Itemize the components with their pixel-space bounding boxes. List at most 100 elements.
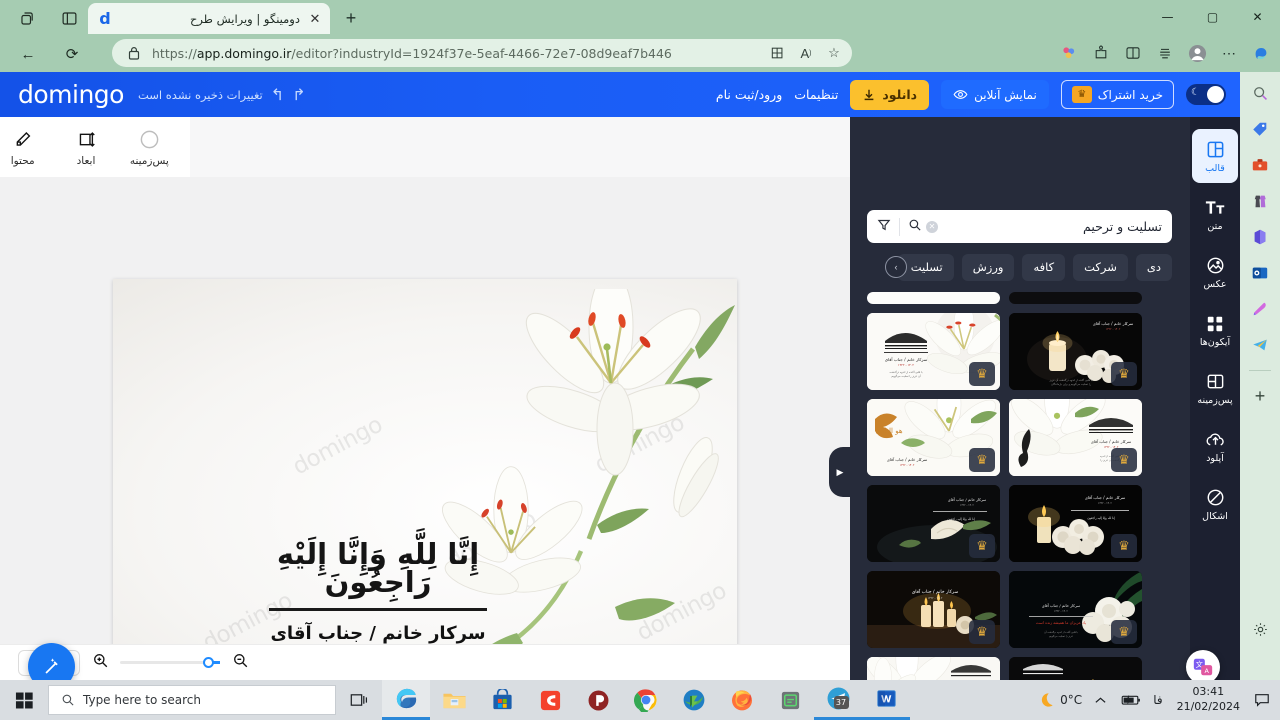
address-bar[interactable]: https://app.domingo.ir/editor?industryId… [112, 39, 852, 67]
tools-briefcase-icon[interactable] [1247, 152, 1273, 178]
split-screen-icon[interactable] [768, 43, 788, 63]
games-icon[interactable] [1247, 188, 1273, 214]
taskbar-potplayer[interactable] [574, 680, 622, 720]
canvas-area[interactable]: domingo domingo domingo domingo domingo … [0, 177, 850, 680]
reload-icon[interactable]: ⟳ [58, 40, 86, 68]
template-search-box[interactable]: تسلیت و ترحیم ✕ [867, 210, 1172, 243]
template-ribbon-lily[interactable]: سرکار خانم / جناب آقای ۱۳۲۲ - ۱۴۰۲ با قل… [1009, 399, 1142, 476]
rail-shapes[interactable]: اشکال [1192, 477, 1238, 531]
add-sidebar-icon[interactable]: + [1247, 383, 1273, 409]
taskbar-word[interactable] [862, 680, 910, 720]
zoom-in-icon[interactable] [90, 652, 110, 673]
template-partial-top-right[interactable] [867, 292, 1000, 304]
battery-icon[interactable] [1113, 680, 1147, 720]
template-partial-top-left[interactable] [1009, 292, 1142, 304]
task-view-button[interactable] [336, 680, 382, 720]
outlook-icon[interactable] [1247, 260, 1273, 286]
search-icon[interactable] [908, 218, 922, 235]
search-icon[interactable] [1247, 80, 1273, 106]
maximize-button[interactable]: ▢ [1190, 0, 1235, 34]
rail-photo[interactable]: عکس [1192, 245, 1238, 299]
language-indicator[interactable]: فا [1147, 680, 1168, 720]
weather-widget[interactable]: 0°C [1031, 680, 1088, 720]
sidebar-settings-icon[interactable] [1247, 616, 1273, 642]
filter-icon[interactable] [877, 218, 891, 235]
rail-icons[interactable]: آیکون‌ها [1192, 303, 1238, 357]
content-tool[interactable]: محتوا [0, 128, 45, 167]
taskbar-edge[interactable] [382, 680, 430, 720]
back-icon[interactable]: ← [14, 40, 42, 68]
clock[interactable]: 03:41 21/02/2024 [1169, 680, 1248, 720]
vertical-tabs-icon[interactable] [56, 6, 82, 30]
dark-mode-toggle[interactable]: ☾ [1186, 84, 1226, 105]
template-candle-white-roses[interactable]: سرکار خانم / جناب آقای ۱۳۲۲ - ۱۴۰۲ إنا ل… [1009, 485, 1142, 562]
chevron-left-icon[interactable]: ‹ [885, 256, 907, 278]
domingo-logo[interactable]: domingo [18, 80, 124, 109]
settings-more-icon[interactable]: ⋯ [1214, 38, 1244, 68]
ai-translate-button[interactable]: 文 A [1186, 650, 1220, 680]
zoom-out-icon[interactable] [230, 652, 250, 673]
extensions-icon[interactable] [1086, 38, 1116, 68]
minimize-button[interactable]: — [1145, 0, 1190, 34]
favorite-star-icon[interactable]: ☆ [824, 43, 844, 63]
read-aloud-icon[interactable]: A) [796, 43, 816, 63]
online-preview-button[interactable]: نمایش آنلاین [941, 80, 1049, 109]
split-window-icon[interactable] [1118, 38, 1148, 68]
undo-icon[interactable]: ↰ [271, 85, 284, 104]
settings-link[interactable]: تنظیمات [794, 87, 838, 102]
taskbar-idm[interactable] [670, 680, 718, 720]
window-close-button[interactable]: ✕ [1235, 0, 1280, 34]
template-hoalbaqi-lily[interactable]: هو الباقی سرکار خانم / جناب آقای ۱۳۲۲ - … [867, 399, 1000, 476]
rail-text[interactable]: متن [1192, 187, 1238, 241]
template-chrysanthemum[interactable]: سرکار خانم / جناب آقای ۱۳۲۲ - ۱۴۰۲ یاد ع… [1009, 571, 1142, 648]
chip-di[interactable]: دی [1135, 253, 1172, 281]
search-input[interactable]: تسلیت و ترحیم [942, 219, 1162, 234]
taskbar-microsoft-store[interactable] [478, 680, 526, 720]
browser-essentials-icon[interactable] [1054, 38, 1084, 68]
office-icon[interactable] [1247, 224, 1273, 250]
notification-center-icon[interactable] [1248, 680, 1280, 720]
taskbar-notepad[interactable] [766, 680, 814, 720]
telegram-icon[interactable] [1247, 332, 1273, 358]
zoom-slider[interactable] [120, 657, 220, 668]
taskbar-file-explorer[interactable] [430, 680, 478, 720]
collections-icon[interactable] [1150, 38, 1180, 68]
rail-upload[interactable]: آپلود [1192, 419, 1238, 473]
template-white-lilies-bottom[interactable]: سرکار خانم / جناب آقای ۱۳۲۲ - ۱۴۰۲ [867, 657, 1000, 680]
design-icon[interactable] [1247, 296, 1273, 322]
template-dark-roses-bottom[interactable]: سرکار خانم / جناب آقای ۱۳۲۲ - ۱۴۰۲ [1009, 657, 1142, 680]
profile-icon[interactable] [1182, 38, 1212, 68]
download-button[interactable]: دانلود [850, 79, 930, 110]
background-tool[interactable]: پس‌زمینه [127, 128, 172, 167]
design-canvas[interactable]: domingo domingo domingo domingo domingo … [113, 279, 737, 680]
start-button[interactable] [0, 680, 48, 720]
redo-icon[interactable]: ↱ [292, 85, 305, 104]
taskbar-search[interactable]: Type here to search [48, 685, 336, 715]
dimensions-tool[interactable]: ابعاد [63, 128, 108, 167]
clear-search-icon[interactable]: ✕ [926, 220, 938, 233]
rail-template[interactable]: قالب [1192, 129, 1238, 183]
taskbar-firefox[interactable] [718, 680, 766, 720]
taskbar-telegram[interactable]: 37 [814, 680, 862, 720]
template-candle-roses[interactable]: سرکار خانم / جناب آقای ۱۳۲۲ - ۱۴۰۲ با قل… [1009, 313, 1142, 390]
template-calla-dark[interactable]: سرکار خانم / جناب آقای ۱۳۲۲ - ۱۴۰۲ إنا ل… [867, 485, 1000, 562]
rail-background[interactable]: پس‌زمینه [1192, 361, 1238, 415]
new-tab-button[interactable]: + [338, 5, 364, 31]
chip-company[interactable]: شرکت [1073, 253, 1128, 281]
template-lily-calligraphy[interactable]: سرکار خانم / جناب آقای ۱۳۲۲ - ۱۴۰۲ با قل… [867, 313, 1000, 390]
panel-collapse-handle[interactable]: ▶ [829, 447, 851, 497]
shopping-tag-icon[interactable] [1247, 116, 1273, 142]
subscribe-button[interactable]: خرید اشتراک ♛ [1060, 80, 1174, 109]
chip-cafe[interactable]: کافه [1022, 253, 1066, 281]
template-candles-wood[interactable]: سرکار خانم / جناب آقای ۱۳۲۲ - ۱۴۰۲ ♛ [867, 571, 1000, 648]
taskbar-chrome[interactable] [622, 680, 670, 720]
close-icon[interactable]: ✕ [306, 10, 324, 28]
chip-sport[interactable]: ورزش [961, 253, 1015, 281]
copilot-icon[interactable] [1246, 38, 1276, 68]
show-hidden-icons[interactable] [1088, 680, 1113, 720]
browser-tab[interactable]: ✕ دومینگو | ویرایش طرح d [88, 3, 330, 34]
zoom-slider-thumb[interactable] [203, 657, 214, 668]
auth-link[interactable]: ورود/ثبت نام [716, 87, 782, 102]
tab-actions-icon[interactable] [14, 6, 40, 30]
taskbar-camtasia[interactable] [526, 680, 574, 720]
